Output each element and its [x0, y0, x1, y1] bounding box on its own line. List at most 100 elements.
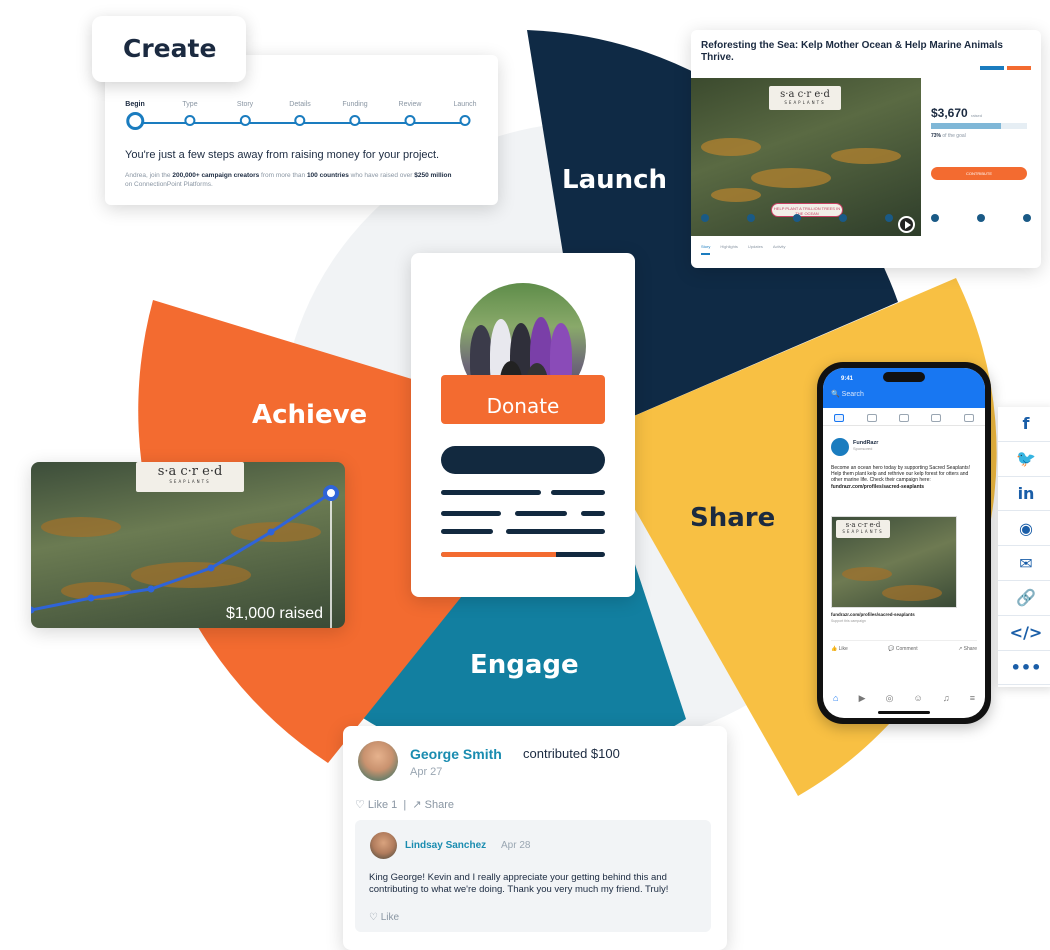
- phone-mockup: 9:41 🔍 Search FundRazr Sponsored Become …: [817, 362, 991, 724]
- contribution-text: contributed $100: [523, 746, 620, 761]
- reply-date: Apr 28: [501, 840, 531, 851]
- step-label: Begin: [125, 101, 145, 108]
- growth-line-chart: [31, 485, 339, 628]
- post-image[interactable]: s·a c·r e·d SEAPLANTS: [831, 516, 957, 608]
- twitter-icon[interactable]: 🐦: [998, 442, 1050, 477]
- create-headline: You're just a few steps away from raisin…: [125, 149, 440, 161]
- growth-line: [31, 491, 332, 612]
- facebook-icon[interactable]: f: [998, 407, 1050, 442]
- post-link-caption[interactable]: fundrazr.com/profiles/sacred-seaplants: [831, 612, 915, 617]
- step-begin[interactable]: Begin: [125, 101, 145, 130]
- share-icon[interactable]: [931, 214, 939, 222]
- nav-notifications-icon[interactable]: [931, 413, 942, 422]
- like-button[interactable]: 👍 Like: [831, 646, 848, 652]
- share-icon[interactable]: [885, 214, 893, 222]
- reply-comment: Lindsay Sanchez Apr 28 King George! Kevi…: [355, 820, 711, 932]
- facebook-nav: [823, 410, 985, 426]
- growth-point: [207, 564, 215, 572]
- messenger-icon[interactable]: ◉: [998, 511, 1050, 547]
- sponsored-label: Sponsored: [853, 446, 873, 451]
- post-link-sub: Support this campaign: [831, 619, 866, 623]
- tab-story[interactable]: Story: [701, 244, 711, 255]
- page-avatar[interactable]: [831, 438, 849, 456]
- step-dot: [184, 115, 196, 126]
- share-icon[interactable]: [747, 214, 755, 222]
- share-button[interactable]: ↗ Share: [958, 646, 977, 652]
- step-details[interactable]: Details: [289, 101, 311, 126]
- step-tracker: Begin Type Story Details Funding Review …: [124, 101, 476, 130]
- tab-activity[interactable]: Activity: [773, 244, 786, 255]
- nav-friends-icon[interactable]: [866, 413, 877, 422]
- nav-home-icon[interactable]: [834, 413, 845, 422]
- share-icon[interactable]: [1023, 214, 1031, 222]
- progress-fill: [441, 552, 556, 557]
- growth-point: [87, 594, 95, 602]
- more-icon[interactable]: •••: [998, 651, 1050, 686]
- share-icon[interactable]: [793, 214, 801, 222]
- home-icon[interactable]: ⌂: [833, 693, 838, 704]
- groups-icon[interactable]: ◎: [886, 693, 894, 704]
- kelp-shape: [711, 188, 761, 202]
- create-label: Create: [92, 16, 246, 82]
- phone-tab-bar: ⌂ ▶ ◎ ☺ ♫ ≡: [823, 693, 985, 704]
- step-type[interactable]: Type: [182, 101, 198, 126]
- step-label: Launch: [453, 101, 477, 108]
- avatar[interactable]: [370, 832, 397, 859]
- step-funding[interactable]: Funding: [342, 101, 368, 126]
- campaign-title: Reforesting the Sea: Kelp Mother Ocean &…: [701, 40, 1003, 63]
- donate-button[interactable]: Donate: [441, 375, 605, 424]
- donation-progress-bar: [441, 552, 605, 557]
- engage-comment-card: George Smith contributed $100 Apr 27 ♡ L…: [343, 726, 727, 950]
- link-icon[interactable]: 🔗: [998, 581, 1050, 616]
- achieve-card: s·a c·r e·d SEAPLANTS $1,000 raised: [31, 462, 345, 628]
- step-dot: [125, 112, 144, 130]
- tab-updates[interactable]: Updates: [748, 244, 763, 255]
- step-label: Funding: [342, 101, 368, 108]
- text-line: [506, 529, 605, 534]
- kelp-shape: [842, 567, 892, 581]
- menu-icon[interactable]: ≡: [970, 693, 975, 704]
- like-button[interactable]: ♡ Like: [369, 912, 399, 923]
- post-header: FundRazr Sponsored: [831, 438, 878, 456]
- nav-marketplace-icon[interactable]: [898, 413, 909, 422]
- search-input[interactable]: 🔍 Search: [831, 390, 864, 398]
- campaign-tabs: Story Highlights Updates Activity: [701, 244, 786, 255]
- reply-author[interactable]: Lindsay Sanchez: [405, 840, 486, 851]
- achieve-label: Achieve: [252, 400, 368, 430]
- contributor-name[interactable]: George Smith: [410, 746, 502, 762]
- step-launch[interactable]: Launch: [453, 101, 477, 126]
- embed-icon[interactable]: </>: [998, 616, 1050, 651]
- contribute-button[interactable]: CONTRIBUTE: [931, 167, 1027, 180]
- linkedin-icon[interactable]: in: [998, 477, 1050, 512]
- status-time: 9:41: [841, 376, 854, 382]
- like-button[interactable]: ♡ Like 1: [355, 799, 397, 811]
- step-story[interactable]: Story: [237, 101, 253, 126]
- share-icon[interactable]: [701, 214, 709, 222]
- campaign-video[interactable]: s·a c·r e·d SEAPLANTS HELP PLANT A TRILLI…: [691, 78, 921, 236]
- share-button[interactable]: ↗ Share: [412, 799, 454, 811]
- tab-highlights[interactable]: Highlights: [720, 244, 738, 255]
- share-icon[interactable]: [839, 214, 847, 222]
- email-icon[interactable]: ✉: [998, 546, 1050, 581]
- placeholder-pill: [441, 446, 605, 474]
- step-dot: [404, 115, 416, 126]
- reply-text: King George! Kevin and I really apprecia…: [369, 872, 669, 895]
- share-icon[interactable]: [977, 214, 985, 222]
- step-label: Review: [398, 101, 422, 108]
- nav-menu-icon[interactable]: [963, 413, 974, 422]
- campaign-badges: [980, 66, 1031, 70]
- video-icon[interactable]: ▶: [859, 693, 866, 704]
- step-dot: [349, 115, 361, 126]
- kelp-shape: [882, 585, 942, 601]
- kelp-shape: [751, 168, 831, 188]
- profile-icon[interactable]: ☺: [914, 693, 923, 704]
- step-review[interactable]: Review: [398, 101, 422, 126]
- post-text: Become an ocean hero today by supporting…: [831, 465, 970, 490]
- bell-icon[interactable]: ♫: [943, 693, 950, 704]
- phone-notch: [883, 372, 925, 382]
- comment-button[interactable]: 💬 Comment: [888, 646, 917, 652]
- launch-label: Launch: [562, 165, 668, 195]
- avatar[interactable]: [358, 741, 398, 781]
- comment-actions: ♡ Like 1 | ↗ Share: [355, 799, 455, 811]
- share-label: Share: [690, 503, 776, 533]
